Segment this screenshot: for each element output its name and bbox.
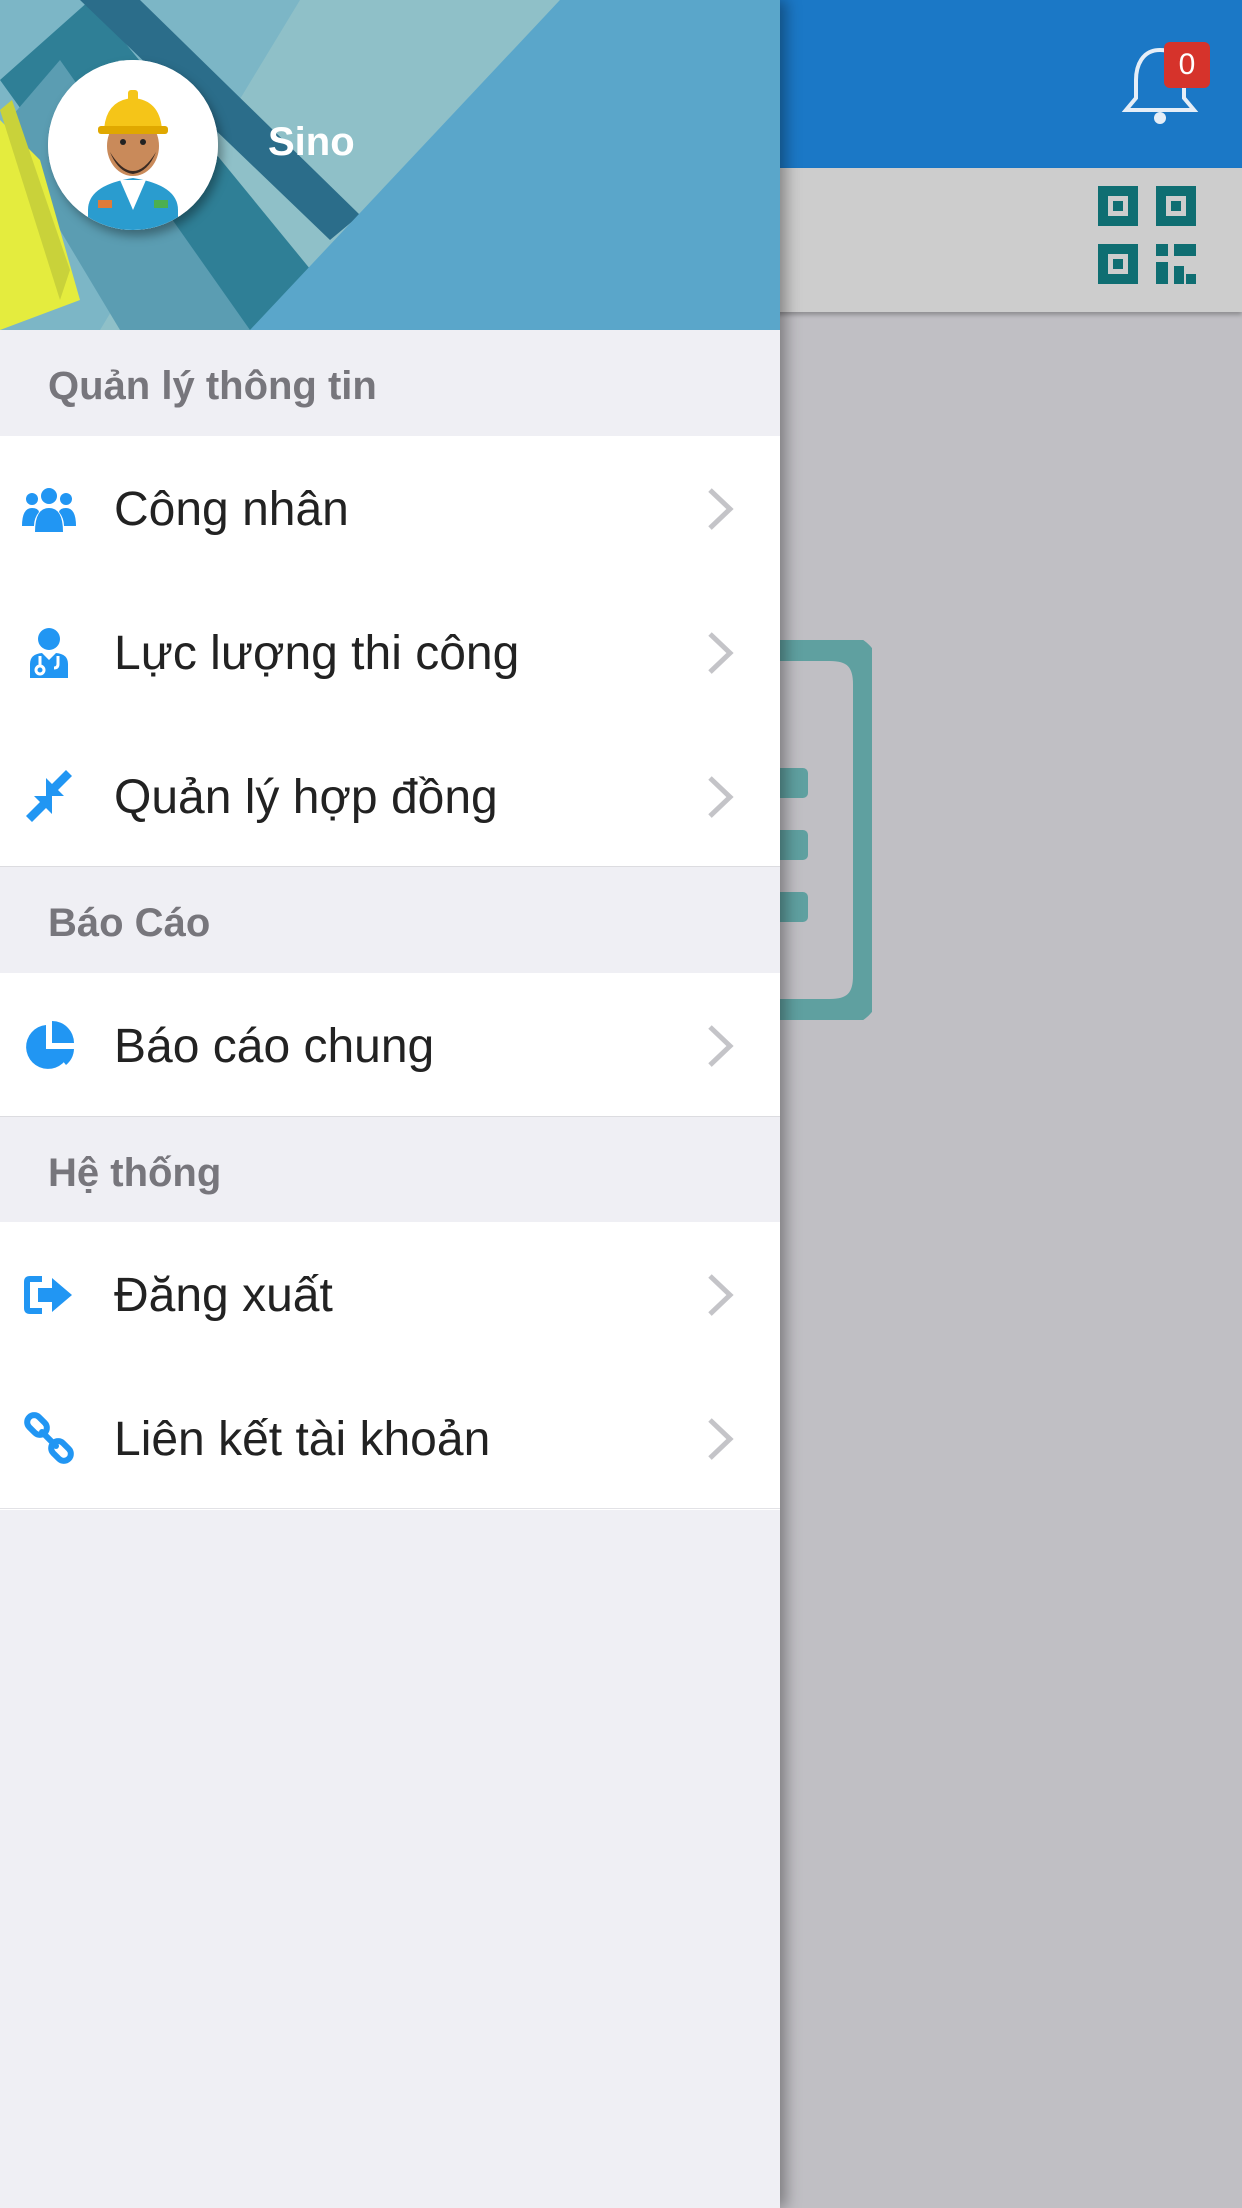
avatar[interactable]	[48, 60, 218, 230]
section-title: Báo Cáo	[48, 901, 211, 945]
user-md-icon	[30, 628, 68, 678]
menu-item-construction-force[interactable]: Lực lượng thi công	[0, 580, 780, 724]
section-header-info: Quản lý thông tin	[0, 330, 780, 437]
compress-icon	[26, 770, 72, 822]
menu-item-label: Công nhân	[114, 483, 349, 536]
menu-item-label: Lực lượng thi công	[114, 627, 520, 680]
link-icon	[24, 1412, 74, 1464]
menu-item-logout[interactable]: Đăng xuất	[0, 1222, 780, 1366]
chevron-right-icon	[708, 1418, 734, 1460]
section-header-system: Hệ thống	[0, 1116, 780, 1224]
chevron-right-icon	[708, 1274, 734, 1316]
menu-item-label: Quản lý hợp đồng	[114, 771, 498, 824]
drawer-header: Sino	[0, 0, 780, 330]
section-title: Hệ thống	[48, 1151, 222, 1195]
pie-chart-icon	[26, 1021, 74, 1069]
chevron-right-icon	[708, 632, 734, 674]
menu-item-label: Báo cáo chung	[114, 1020, 435, 1073]
chevron-right-icon	[708, 488, 734, 530]
section-title: Quản lý thông tin	[48, 364, 377, 408]
notification-badge: 0	[1164, 42, 1210, 88]
menu-item-label: Liên kết tài khoản	[114, 1413, 491, 1466]
section-header-reports: Báo Cáo	[0, 866, 780, 974]
worker-avatar-icon	[48, 60, 218, 230]
sign-out-icon	[24, 1276, 72, 1314]
menu-bottom-divider	[0, 1508, 780, 1509]
menu-item-link-account[interactable]: Liên kết tài khoản	[0, 1366, 780, 1510]
menu-item-contract-management[interactable]: Quản lý hợp đồng	[0, 724, 780, 868]
side-drawer: Sino Quản lý thông tin Công nhân Lực lượ…	[0, 0, 780, 2208]
chevron-right-icon	[708, 776, 734, 818]
qr-code-icon[interactable]	[1098, 186, 1196, 284]
users-icon	[22, 488, 76, 532]
chevron-right-icon	[708, 1025, 734, 1067]
menu-item-workers[interactable]: Công nhân	[0, 436, 780, 580]
menu-item-label: Đăng xuất	[114, 1269, 333, 1322]
menu-item-general-report[interactable]: Báo cáo chung	[0, 973, 780, 1117]
user-name: Sino	[268, 120, 355, 164]
